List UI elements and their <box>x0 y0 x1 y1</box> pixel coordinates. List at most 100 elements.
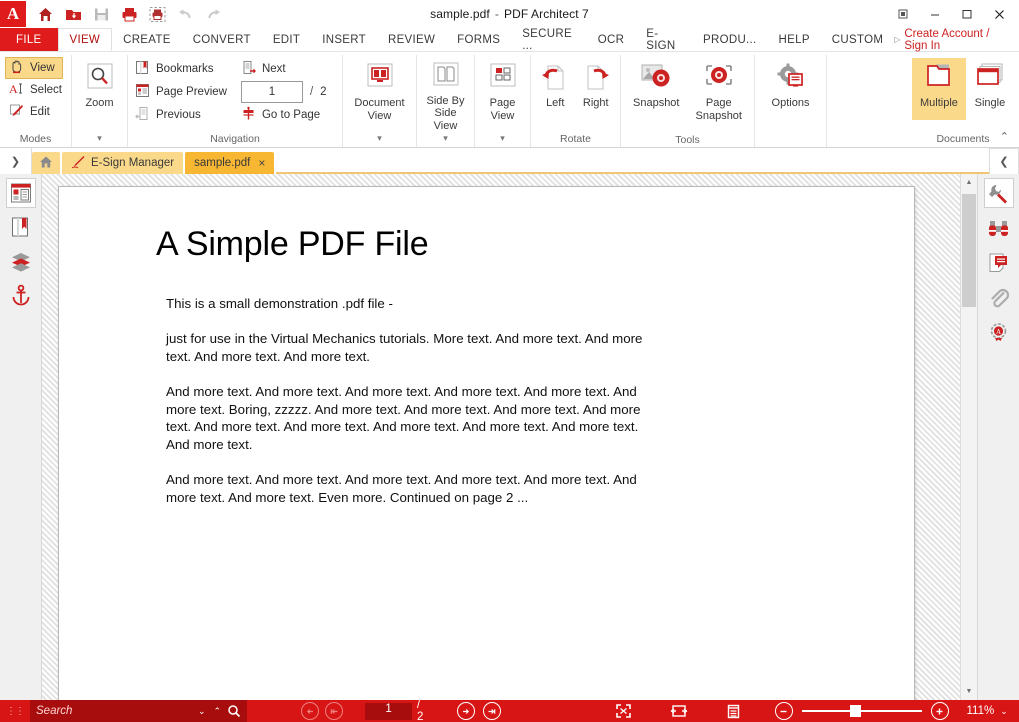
document-view-button[interactable]: Document View <box>348 58 411 132</box>
restore-small-button[interactable] <box>887 1 919 27</box>
mode-select-button[interactable]: A Select <box>5 79 70 101</box>
menu-create[interactable]: CREATE <box>112 28 182 51</box>
previous-button[interactable]: Previous <box>133 104 233 126</box>
menu-insert[interactable]: INSERT <box>311 28 377 51</box>
bookmarks-panel-icon[interactable] <box>6 212 36 242</box>
page-snapshot-button[interactable]: Page Snapshot <box>689 58 750 132</box>
scrollbar-thumb[interactable] <box>962 194 976 307</box>
scroll-down-arrow-icon[interactable]: ▼ <box>961 683 977 700</box>
rotate-left-button[interactable]: Left <box>536 58 575 120</box>
paperclip-attachment-icon[interactable] <box>984 283 1014 313</box>
search-next-icon[interactable]: ⌃ <box>212 706 224 717</box>
menu-ocr[interactable]: OCR <box>587 28 635 51</box>
ribbon-group-zoom: Zoom ▾ <box>72 55 128 147</box>
document-view-dropdown-caret-icon[interactable]: ▾ <box>348 130 411 146</box>
side-by-side-view-button[interactable]: Side By Side View <box>422 58 469 132</box>
zoom-slider[interactable] <box>801 705 922 717</box>
page-preview-panel-icon[interactable] <box>5 178 36 208</box>
collapse-ribbon-button[interactable]: ⌃ <box>996 128 1013 145</box>
save-icon[interactable] <box>88 1 114 27</box>
close-button[interactable] <box>983 1 1015 27</box>
scrollbar-track[interactable] <box>961 191 977 683</box>
next-button[interactable]: Next <box>239 58 327 80</box>
menu-view[interactable]: VIEW <box>57 28 113 51</box>
go-to-page-button[interactable]: Go to Page <box>239 104 327 126</box>
single-document-button[interactable]: Single <box>966 58 1014 120</box>
fit-width-button[interactable] <box>669 704 688 718</box>
title-app-name: PDF Architect 7 <box>503 7 589 21</box>
expand-left-panel-button[interactable]: ❯ <box>0 148 32 174</box>
search-previous-icon[interactable]: ⌄ <box>196 706 208 717</box>
anchor-panel-icon[interactable] <box>6 280 36 310</box>
comment-note-icon[interactable] <box>984 248 1014 278</box>
menu-help[interactable]: HELP <box>768 28 821 51</box>
zoom-out-button[interactable] <box>774 702 793 720</box>
menu-review[interactable]: REVIEW <box>377 28 446 51</box>
search-field-container[interactable]: ⌄ ⌃ <box>30 700 248 722</box>
create-account-signin-link[interactable]: ▷ Create Account / Sign In <box>894 28 1019 52</box>
status-page-total: / 2 <box>416 699 424 722</box>
side-by-side-dropdown-caret-icon[interactable]: ▾ <box>422 130 469 146</box>
svg-text:A: A <box>996 328 1001 336</box>
maximize-button[interactable] <box>951 1 983 27</box>
menu-product[interactable]: PRODU... <box>692 28 768 51</box>
close-tab-icon[interactable]: × <box>258 156 265 170</box>
page-back-controls <box>301 702 344 720</box>
document-viewport[interactable]: A Simple PDF File This is a small demons… <box>42 174 977 700</box>
page-preview-button[interactable]: Page Preview <box>133 81 233 103</box>
page-number-input[interactable]: 1 <box>240 81 303 103</box>
print-icon[interactable] <box>116 1 142 27</box>
ribbon-group-side-by-side-view-label: ▾ <box>422 132 469 147</box>
tab-sample-pdf[interactable]: sample.pdf × <box>185 152 275 174</box>
side-by-side-icon <box>430 61 462 93</box>
zoom-dropdown-caret-icon[interactable]: ⌄ <box>1000 706 1008 717</box>
zoom-slider-track[interactable] <box>801 705 922 717</box>
zoom-in-button[interactable] <box>930 702 949 720</box>
menu-edit[interactable]: EDIT <box>262 28 311 51</box>
search-input[interactable] <box>36 705 192 717</box>
collapse-right-panel-button[interactable]: ❮ <box>989 148 1019 174</box>
next-page-button[interactable] <box>456 702 475 720</box>
menu-convert[interactable]: CONVERT <box>182 28 262 51</box>
first-page-button[interactable] <box>325 702 344 720</box>
print-preview-icon[interactable] <box>144 1 170 27</box>
pdf-page: A Simple PDF File This is a small demons… <box>58 186 915 700</box>
minimize-button[interactable] <box>919 1 951 27</box>
snapshot-button[interactable]: Snapshot <box>626 58 687 132</box>
menu-forms[interactable]: FORMS <box>446 28 511 51</box>
tab-home[interactable] <box>32 152 60 174</box>
status-page-input[interactable]: 1 <box>365 702 412 720</box>
options-button[interactable]: Options <box>760 58 821 120</box>
undo-icon[interactable] <box>172 1 198 27</box>
rotate-right-button[interactable]: Right <box>577 58 616 120</box>
wrench-tools-icon[interactable] <box>983 178 1014 208</box>
menu-file[interactable]: FILE <box>0 28 58 51</box>
open-document-icon[interactable] <box>60 1 86 27</box>
signature-stamp-icon[interactable]: A <box>984 318 1014 348</box>
layers-panel-icon[interactable] <box>6 246 36 276</box>
last-page-button[interactable] <box>482 702 501 720</box>
menu-esign[interactable]: E-SIGN <box>635 28 692 52</box>
scroll-up-arrow-icon[interactable]: ▲ <box>961 174 977 191</box>
bookmarks-button[interactable]: Bookmarks <box>133 58 233 80</box>
mode-view-button[interactable]: View <box>5 57 63 79</box>
vertical-scrollbar[interactable]: ▲ ▼ <box>960 174 977 700</box>
zoom-slider-thumb[interactable] <box>849 705 861 717</box>
multiple-documents-button[interactable]: Multiple <box>912 58 966 120</box>
menu-custom[interactable]: CUSTOM <box>821 28 894 51</box>
previous-page-button[interactable] <box>301 702 320 720</box>
home-icon[interactable] <box>32 1 58 27</box>
binoculars-search-icon[interactable] <box>984 213 1014 243</box>
menu-secure[interactable]: SECURE ... <box>511 28 587 52</box>
menu-bar: FILE VIEW CREATE CONVERT EDIT INSERT REV… <box>0 28 1019 52</box>
zoom-dropdown-caret-icon[interactable]: ▾ <box>77 130 122 146</box>
page-view-dropdown-caret-icon[interactable]: ▾ <box>480 130 525 146</box>
fit-page-button[interactable] <box>726 704 741 719</box>
fullscreen-button[interactable] <box>615 703 632 719</box>
page-view-button[interactable]: Page View <box>480 58 525 132</box>
tab-esign-manager[interactable]: E-Sign Manager <box>62 152 184 174</box>
zoom-button[interactable]: Zoom <box>77 58 122 120</box>
mode-edit-button[interactable]: Edit <box>5 101 58 123</box>
search-magnifier-icon[interactable] <box>227 704 241 718</box>
redo-icon[interactable] <box>200 1 226 27</box>
